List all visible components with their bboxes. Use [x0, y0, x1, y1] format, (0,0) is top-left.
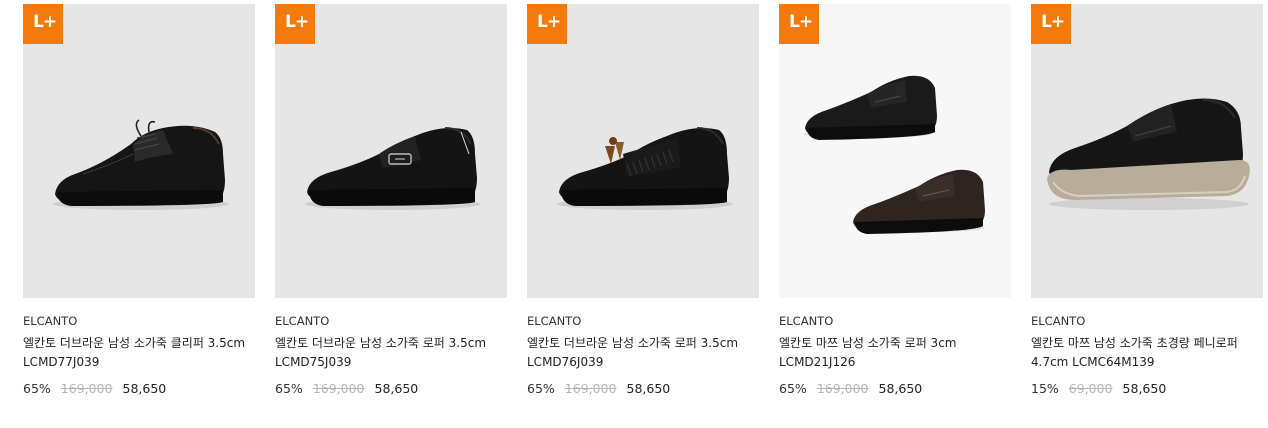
product-card[interactable]: L+ ELCANTO 엘칸토 마쯔 남성 소가죽 로퍼 3cm LCMD21J1… [779, 4, 1011, 397]
two-loafers-image [803, 75, 985, 234]
product-image[interactable]: L+ [527, 4, 759, 298]
product-card[interactable]: L+ ELCANTO 엘칸토 마쯔 남성 소가죽 초경량 페니로퍼 4.7cm … [1031, 4, 1263, 397]
badge-label: L+ [789, 12, 813, 32]
price-row: 65% 169,000 58,650 [527, 381, 759, 397]
original-price: 69,000 [1068, 381, 1113, 396]
sale-price: 58,650 [878, 381, 923, 396]
tassel-loafer-image [557, 127, 733, 210]
badge-label: L+ [33, 12, 57, 32]
lplus-badge: L+ [779, 4, 819, 44]
product-grid: L+ ELCANTO 엘칸토 더브라운 남성 소가죽 클리퍼 3.5cm LCM… [0, 0, 1268, 428]
lplus-badge: L+ [527, 4, 567, 44]
product-card[interactable]: L+ ELCANTO 엘칸토 더브라운 남성 소가죽 클리퍼 3.5cm LCM… [23, 4, 255, 397]
product-card[interactable]: L+ ELCANTO 엘칸토 더브라운 남성 소가죽 로퍼 3.5cm LCMD… [527, 4, 759, 397]
lplus-badge: L+ [1031, 4, 1071, 44]
loafer-shoe-image [305, 127, 481, 210]
product-brand[interactable]: ELCANTO [275, 314, 507, 328]
original-price: 169,000 [816, 381, 869, 396]
discount-rate: 15% [1031, 381, 1059, 396]
original-price: 169,000 [564, 381, 617, 396]
badge-label: L+ [537, 12, 561, 32]
badge-label: L+ [1041, 12, 1065, 32]
original-price: 169,000 [60, 381, 113, 396]
product-brand[interactable]: ELCANTO [527, 314, 759, 328]
derby-shoe-image [53, 119, 229, 210]
product-brand[interactable]: ELCANTO [1031, 314, 1263, 328]
lightweight-loafer-image [1047, 98, 1250, 210]
product-brand[interactable]: ELCANTO [779, 314, 1011, 328]
product-image[interactable]: L+ [275, 4, 507, 298]
product-image[interactable]: L+ [23, 4, 255, 298]
price-row: 65% 169,000 58,650 [275, 381, 507, 397]
product-name[interactable]: 엘칸토 마쯔 남성 소가죽 로퍼 3cm LCMD21J126 [779, 334, 1011, 372]
discount-rate: 65% [779, 381, 807, 396]
price-row: 15% 69,000 58,650 [1031, 381, 1263, 397]
product-card[interactable]: L+ ELCANTO 엘칸토 더브라운 남성 소가죽 로퍼 3.5cm LCMD… [275, 4, 507, 397]
sale-price: 58,650 [626, 381, 671, 396]
lplus-badge: L+ [275, 4, 315, 44]
product-name[interactable]: 엘칸토 더브라운 남성 소가죽 로퍼 3.5cm LCMD75J039 [275, 334, 507, 372]
discount-rate: 65% [527, 381, 555, 396]
lplus-badge: L+ [23, 4, 63, 44]
product-name[interactable]: 엘칸토 더브라운 남성 소가죽 클리퍼 3.5cm LCMD77J039 [23, 334, 255, 372]
original-price: 169,000 [312, 381, 365, 396]
product-name[interactable]: 엘칸토 더브라운 남성 소가죽 로퍼 3.5cm LCMD76J039 [527, 334, 759, 372]
discount-rate: 65% [23, 381, 51, 396]
sale-price: 58,650 [1122, 381, 1167, 396]
product-image[interactable]: L+ [779, 4, 1011, 298]
sale-price: 58,650 [122, 381, 167, 396]
product-brand[interactable]: ELCANTO [23, 314, 255, 328]
badge-label: L+ [285, 12, 309, 32]
product-image[interactable]: L+ [1031, 4, 1263, 298]
product-name[interactable]: 엘칸토 마쯔 남성 소가죽 초경량 페니로퍼 4.7cm LCMC64M139 [1031, 334, 1263, 372]
price-row: 65% 169,000 58,650 [779, 381, 1011, 397]
sale-price: 58,650 [374, 381, 419, 396]
discount-rate: 65% [275, 381, 303, 396]
price-row: 65% 169,000 58,650 [23, 381, 255, 397]
